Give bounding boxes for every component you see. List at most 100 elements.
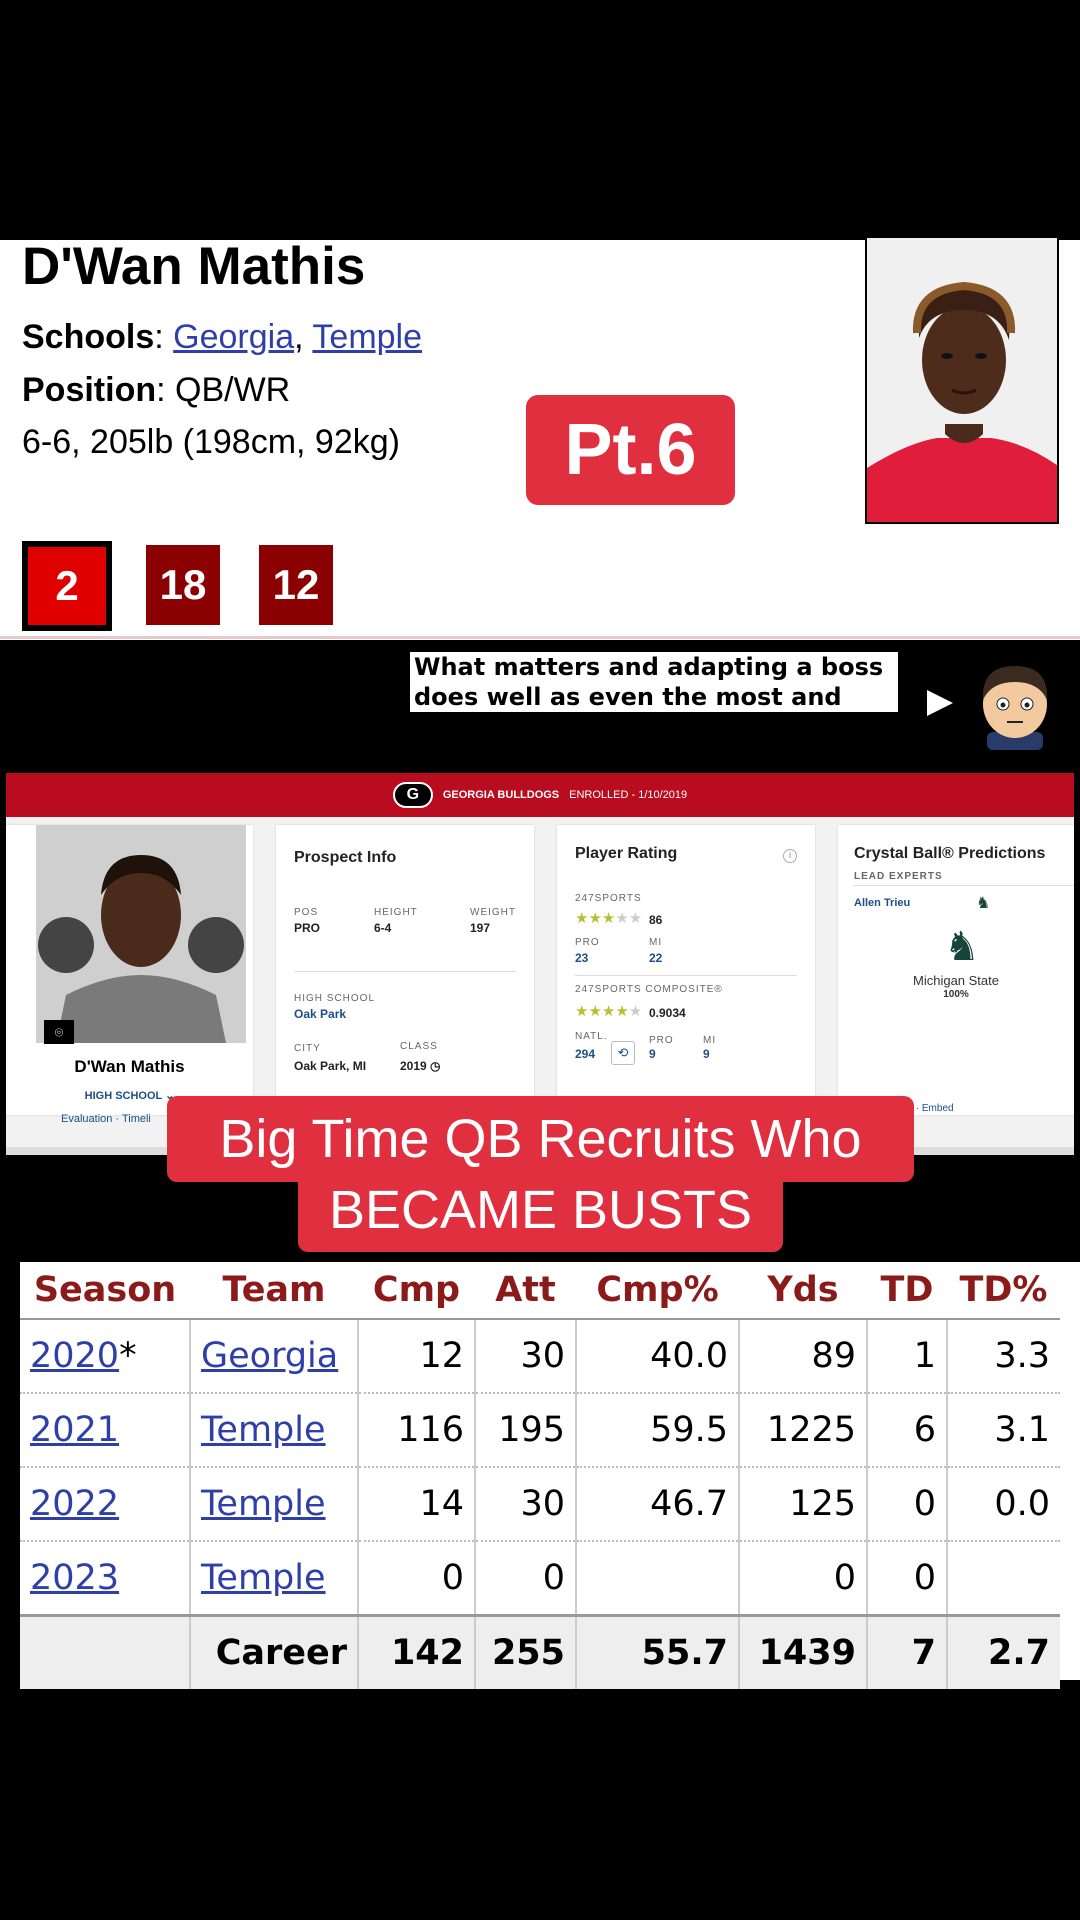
- season-link[interactable]: 2021: [30, 1410, 119, 1450]
- player-name: D'Wan Mathis: [22, 237, 366, 296]
- team-link[interactable]: Temple: [201, 1484, 326, 1524]
- td-cell: 0: [866, 1467, 947, 1542]
- career-yds: 1439: [738, 1613, 867, 1689]
- clock-icon: ◷: [430, 1059, 441, 1073]
- player-photo: [865, 238, 1059, 524]
- prospect-info-card: Prospect Info POS PRO HEIGHT 6-4 WEIGHT …: [276, 825, 534, 1115]
- info-icon[interactable]: i: [783, 849, 797, 863]
- team-link[interactable]: Temple: [201, 1558, 326, 1598]
- class-year: 2019: [400, 1059, 427, 1073]
- size-line: 6-6, 205lb (198cm, 92kg): [22, 423, 400, 461]
- weight-label: WEIGHT: [470, 907, 516, 918]
- mi-rank[interactable]: 22: [649, 951, 662, 965]
- col-header-cmp-pct[interactable]: Cmp%: [576, 1262, 739, 1320]
- cmp-cell: 12: [357, 1319, 475, 1394]
- jersey-number-2[interactable]: 2: [22, 541, 112, 631]
- pos-label: POS: [294, 907, 319, 918]
- embed-link[interactable]: s · Embed: [908, 1103, 954, 1114]
- headshot-illustration: [36, 825, 246, 1043]
- cmp-cell: 116: [357, 1393, 475, 1468]
- col-header-att[interactable]: Att: [475, 1262, 576, 1320]
- col-header-season[interactable]: Season: [20, 1262, 190, 1320]
- mi2-label: MI: [703, 1035, 717, 1046]
- height-label: HEIGHT: [374, 907, 418, 918]
- pro-rank[interactable]: 23: [575, 951, 588, 965]
- td-pct-cell: [946, 1541, 1060, 1616]
- season-link[interactable]: 2022: [30, 1484, 119, 1524]
- position-line: Position: QB/WR: [22, 373, 290, 407]
- history-icon[interactable]: ⟲: [611, 1041, 635, 1065]
- pos-value: PRO: [294, 921, 321, 935]
- season-link[interactable]: 2020: [30, 1336, 119, 1376]
- class-label: CLASS: [400, 1041, 438, 1052]
- career-row: Career 142 255 55.7 1439 7 2.7: [20, 1613, 1060, 1689]
- crystal-ball-card: Crystal Ball® Predictions LEAD EXPERTS A…: [838, 825, 1074, 1115]
- col-header-yds[interactable]: Yds: [739, 1262, 867, 1320]
- ad-caption-line-1: What matters and adapting a boss: [414, 653, 884, 681]
- crystal-ball-title: Crystal Ball® Predictions: [854, 845, 1046, 862]
- cmp-cell: 0: [357, 1541, 475, 1616]
- s247-score: 86: [649, 913, 663, 927]
- ad-caption-line-2: does well as even the most and: [414, 683, 842, 711]
- cmp-pct-cell: 59.5: [575, 1393, 739, 1468]
- team-link[interactable]: Temple: [201, 1410, 326, 1450]
- cmp-cell: 14: [357, 1467, 475, 1542]
- td-pct-cell: 3.1: [946, 1393, 1060, 1468]
- divider: [0, 636, 1080, 639]
- td-cell: 1: [866, 1319, 947, 1394]
- height-value: 6-4: [374, 921, 392, 935]
- yds-cell: 125: [738, 1467, 867, 1542]
- career-td-pct: 2.7: [946, 1613, 1060, 1689]
- team-link[interactable]: Georgia: [201, 1336, 338, 1376]
- player-headshot: [36, 825, 246, 1043]
- jersey-number-12[interactable]: 12: [259, 545, 333, 625]
- separator: ,: [294, 318, 313, 356]
- career-td: 7: [866, 1613, 947, 1689]
- weight-value: 197: [470, 921, 491, 935]
- school-link-georgia[interactable]: Georgia: [173, 318, 294, 356]
- expert-name[interactable]: Allen Trieu: [854, 897, 910, 909]
- class-value: 2019 ◷: [400, 1059, 441, 1073]
- yds-cell: 1225: [738, 1393, 867, 1468]
- cmp-pct-cell: 40.0: [575, 1319, 739, 1394]
- cartoon-avatar-icon: [982, 666, 1048, 750]
- season-cell: 2022: [20, 1467, 190, 1542]
- georgia-logo-icon: G: [392, 782, 433, 808]
- career-cmp: 142: [357, 1613, 475, 1689]
- card-player-name: D'Wan Mathis: [74, 1057, 185, 1076]
- season-cell: 2020*: [20, 1319, 190, 1394]
- col-header-td[interactable]: TD: [867, 1262, 947, 1320]
- col-header-team[interactable]: Team: [190, 1262, 358, 1320]
- att-cell: 30: [474, 1467, 576, 1542]
- att-cell: 195: [474, 1393, 576, 1468]
- season-cell: 2023: [20, 1541, 190, 1616]
- banner-enrolled: ENROLLED - 1/10/2019: [569, 789, 688, 801]
- prediction-pct: 100%: [943, 989, 969, 1000]
- composite-score: 0.9034: [649, 1006, 686, 1020]
- position-label: Position: [22, 371, 157, 409]
- pro2-rank[interactable]: 9: [649, 1047, 656, 1061]
- mi2-rank[interactable]: 9: [703, 1047, 710, 1061]
- career-label: Career: [189, 1613, 358, 1689]
- col-header-cmp[interactable]: Cmp: [358, 1262, 475, 1320]
- school-link-temple[interactable]: Temple: [312, 318, 422, 356]
- play-icon[interactable]: [927, 690, 953, 716]
- spartan-small-icon: ♞: [976, 895, 991, 912]
- camera-icon[interactable]: ⌾: [44, 1020, 74, 1044]
- natl-rank[interactable]: 294: [575, 1047, 595, 1061]
- hs-link[interactable]: Oak Park: [294, 1007, 346, 1021]
- season-link[interactable]: 2023: [30, 1558, 119, 1598]
- col-header-td-pct[interactable]: TD%: [947, 1262, 1060, 1320]
- td-pct-cell: 3.3: [946, 1319, 1060, 1394]
- td-cell: 0: [866, 1541, 947, 1616]
- schools-label: Schools: [22, 318, 155, 356]
- s247-label: 247SPORTS: [575, 893, 642, 904]
- td-cell: 6: [866, 1393, 947, 1468]
- cmp-pct-cell: 46.7: [575, 1467, 739, 1542]
- composite-label: 247SPORTS COMPOSITE®: [575, 984, 723, 995]
- pro-label: PRO: [575, 937, 600, 948]
- part-badge: Pt.6: [526, 395, 735, 505]
- team-banner: G GEORGIA BULLDOGS ENROLLED - 1/10/2019: [6, 773, 1074, 817]
- evaluation-links[interactable]: Evaluation · Timeli: [61, 1113, 151, 1125]
- jersey-number-18[interactable]: 18: [146, 545, 220, 625]
